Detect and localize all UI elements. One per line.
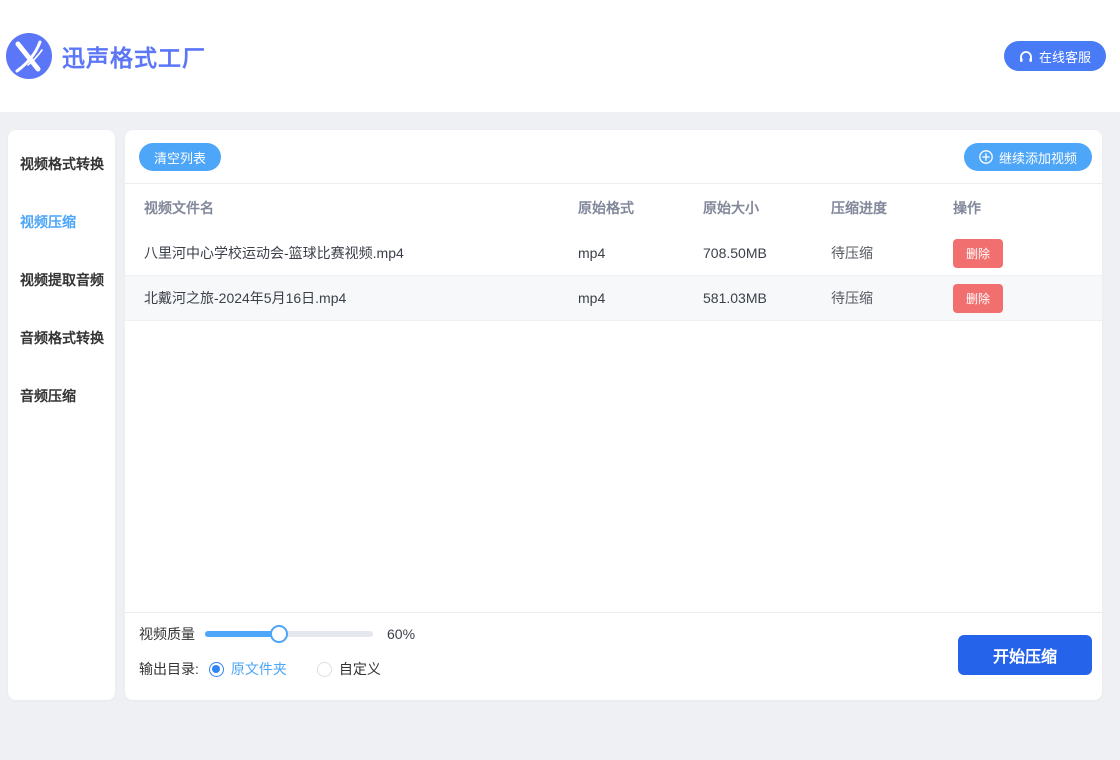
add-circle-icon [979, 150, 993, 164]
quality-row: 视频质量 60% [139, 624, 415, 644]
cell-status: 待压缩 [831, 243, 953, 263]
clear-list-button[interactable]: 清空列表 [139, 143, 221, 171]
table-row: 北戴河之旅-2024年5月16日.mp4 mp4 581.03MB 待压缩 删除 [125, 276, 1102, 321]
sidebar-item-label: 音频格式转换 [20, 328, 104, 348]
start-compress-button[interactable]: 开始压缩 [958, 635, 1092, 675]
sidebar-item-label: 视频格式转换 [20, 154, 104, 174]
logo-wrap: 迅声格式工厂 [6, 33, 206, 79]
cell-format: mp4 [578, 245, 703, 261]
main-panel: 清空列表 继续添加视频 视频文件名 原始格式 原始大小 压缩进度 操作 八里河中… [125, 130, 1102, 700]
column-header-progress: 压缩进度 [831, 198, 953, 218]
radio-original-folder-label: 原文件夹 [231, 659, 287, 679]
sidebar-item-label: 音频压缩 [20, 386, 76, 406]
cell-status: 待压缩 [831, 288, 953, 308]
delete-button[interactable]: 删除 [953, 284, 1003, 313]
add-videos-label: 继续添加视频 [999, 148, 1077, 167]
sidebar-item-video-compress[interactable]: 视频压缩 [8, 193, 115, 251]
quality-slider[interactable] [205, 631, 373, 637]
column-header-filename: 视频文件名 [144, 198, 578, 218]
cell-format: mp4 [578, 290, 703, 306]
quality-label: 视频质量 [139, 624, 195, 644]
sidebar-item-label: 视频提取音频 [20, 270, 104, 290]
page-body: 视频格式转换 视频压缩 视频提取音频 音频格式转换 音频压缩 清空列表 [0, 112, 1120, 760]
radio-custom-folder[interactable]: 自定义 [317, 659, 381, 679]
sidebar-item-video-extract-audio[interactable]: 视频提取音频 [8, 251, 115, 309]
cell-filename: 北戴河之旅-2024年5月16日.mp4 [144, 288, 578, 308]
sidebar-item-audio-format-convert[interactable]: 音频格式转换 [8, 309, 115, 367]
add-videos-button[interactable]: 继续添加视频 [964, 143, 1092, 171]
radio-original-folder[interactable]: 原文件夹 [209, 659, 287, 679]
output-dir-label: 输出目录: [139, 659, 199, 679]
radio-unselected-icon [317, 662, 332, 677]
quality-value: 60% [387, 626, 415, 642]
cell-filename: 八里河中心学校运动会-篮球比赛视频.mp4 [144, 243, 578, 263]
radio-custom-folder-label: 自定义 [339, 659, 381, 679]
column-header-format: 原始格式 [578, 198, 703, 218]
sidebar: 视频格式转换 视频压缩 视频提取音频 音频格式转换 音频压缩 [8, 130, 115, 700]
output-row: 输出目录: 原文件夹 自定义 [139, 659, 415, 679]
headset-icon [1019, 50, 1033, 63]
column-header-size: 原始大小 [703, 198, 831, 218]
online-support-label: 在线客服 [1039, 47, 1091, 66]
quality-slider-handle[interactable] [270, 625, 288, 643]
table-header: 视频文件名 原始格式 原始大小 压缩进度 操作 [125, 184, 1102, 231]
column-header-action: 操作 [953, 198, 1083, 218]
radio-selected-icon [209, 662, 224, 677]
settings-area: 视频质量 60% 输出目录: 原文件夹 自定义 [125, 613, 1102, 700]
sidebar-item-audio-compress[interactable]: 音频压缩 [8, 367, 115, 425]
sidebar-item-label: 视频压缩 [20, 212, 76, 232]
online-support-button[interactable]: 在线客服 [1004, 41, 1106, 71]
clear-list-label: 清空列表 [154, 148, 206, 167]
cell-size: 581.03MB [703, 290, 831, 306]
toolbar: 清空列表 继续添加视频 [125, 130, 1102, 183]
delete-button[interactable]: 删除 [953, 239, 1003, 268]
app-logo-icon [6, 33, 52, 79]
app-header: 迅声格式工厂 在线客服 [0, 0, 1120, 112]
quality-slider-fill [205, 631, 279, 637]
sidebar-item-video-format-convert[interactable]: 视频格式转换 [8, 135, 115, 193]
cell-size: 708.50MB [703, 245, 831, 261]
table-row: 八里河中心学校运动会-篮球比赛视频.mp4 mp4 708.50MB 待压缩 删… [125, 231, 1102, 276]
page-title: 迅声格式工厂 [62, 39, 206, 73]
